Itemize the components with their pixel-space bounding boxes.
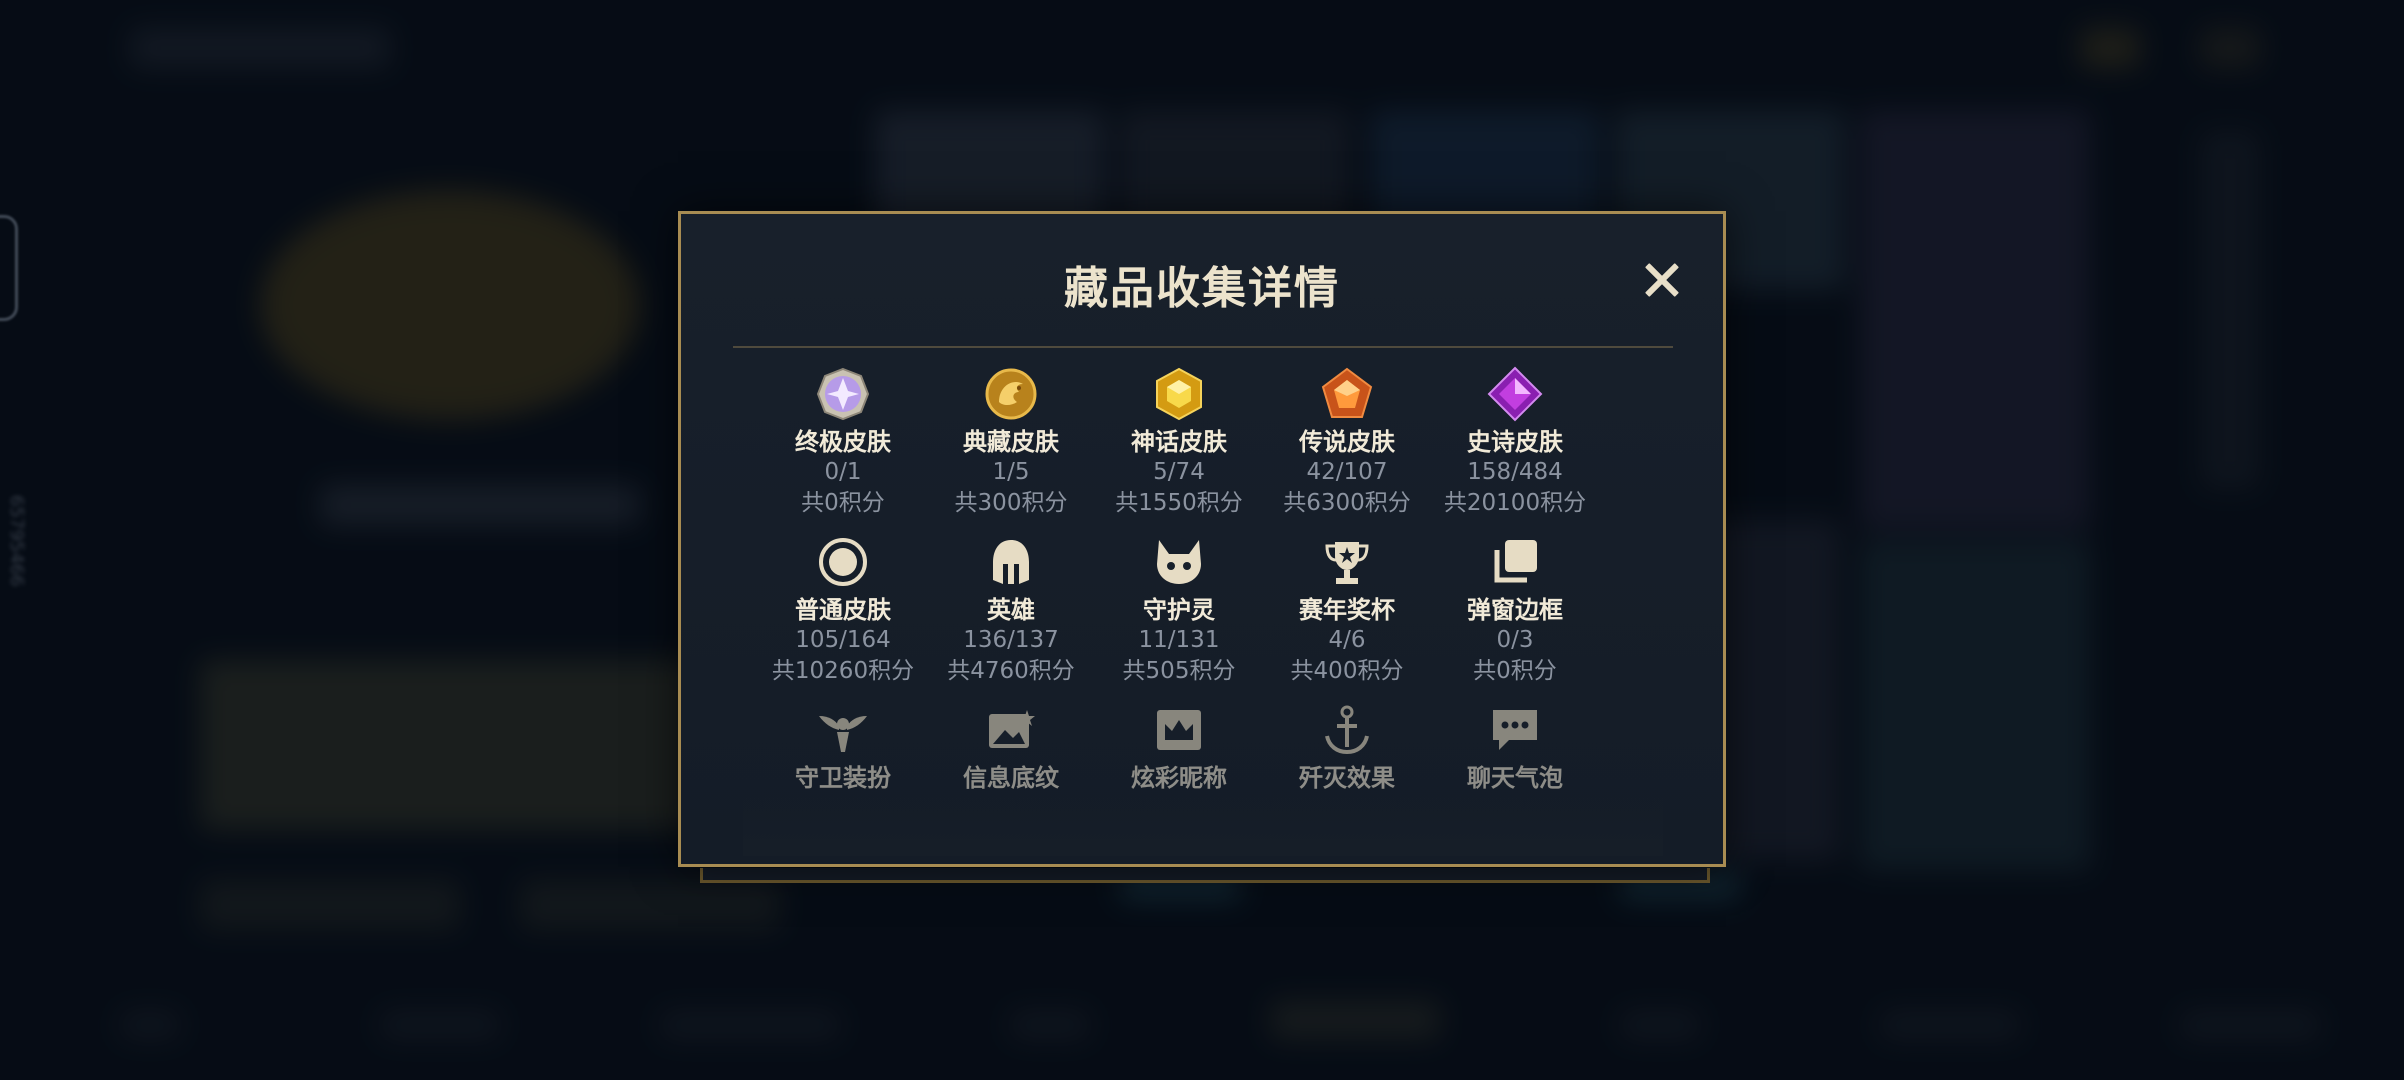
collection-details-modal: 藏品收集详情 终极皮肤 0/1 共0积分 典藏皮肤 1/5 共300积分 神话皮… [678, 211, 1726, 867]
title-divider [733, 346, 1673, 348]
collection-item[interactable]: 聊天气泡 [1415, 702, 1615, 793]
item-name: 弹窗边框 [1467, 596, 1563, 624]
collection-item[interactable]: 弹窗边框 0/3 共0积分 [1415, 534, 1615, 687]
collection-grid: 终极皮肤 0/1 共0积分 典藏皮肤 1/5 共300积分 神话皮肤 5/74 … [743, 366, 1663, 856]
collection-item[interactable]: 史诗皮肤 158/484 共20100积分 [1415, 366, 1615, 519]
item-points: 共20100积分 [1443, 490, 1587, 516]
standard-skin-icon [815, 534, 871, 590]
item-count: 0/3 [1496, 627, 1534, 653]
ward-skin-icon [815, 702, 871, 758]
anchor-effect-icon [1319, 702, 1375, 758]
modal-title: 藏品收集详情 [1064, 263, 1340, 314]
ultimate-skin-icon [815, 366, 871, 422]
nameplate-crown-icon [1151, 702, 1207, 758]
banner-image-icon [983, 702, 1039, 758]
modal-base-plate [700, 868, 1710, 883]
chat-bubble-icon [1487, 702, 1543, 758]
legendary-skin-icon [1319, 366, 1375, 422]
prestige-skin-icon [983, 366, 1039, 422]
side-panel-handle[interactable] [0, 215, 18, 321]
close-icon[interactable] [1639, 257, 1685, 303]
champion-helmet-icon [983, 534, 1039, 590]
screen: 65795466 藏品收集详情 终极皮肤 0/1 共0积分 典藏皮肤 1/5 共… [0, 0, 2404, 1080]
item-name: 聊天气泡 [1467, 764, 1563, 792]
background-id-text: 65795466 [6, 495, 27, 587]
item-points: 共0积分 [1473, 658, 1557, 684]
scroll-fade-overlay [743, 796, 1663, 856]
trophy-icon [1319, 534, 1375, 590]
frame-stack-icon [1487, 534, 1543, 590]
item-count: 158/484 [1467, 459, 1563, 485]
item-name: 史诗皮肤 [1467, 428, 1563, 456]
mythic-skin-icon [1151, 366, 1207, 422]
epic-skin-icon [1487, 366, 1543, 422]
little-legend-icon [1151, 534, 1207, 590]
